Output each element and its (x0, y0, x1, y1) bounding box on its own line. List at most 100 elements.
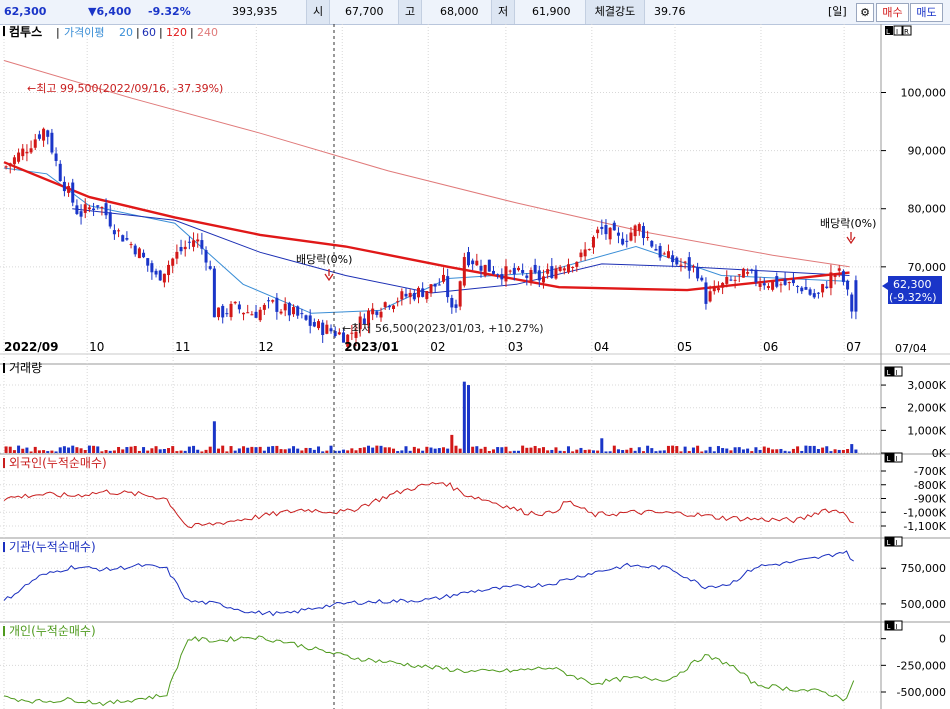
volume-bar (829, 451, 833, 453)
candle-up (541, 276, 545, 283)
candle-down (125, 238, 129, 240)
volume-bar (462, 381, 466, 453)
dividend-label-2: 배당락(0%) (820, 217, 876, 230)
x-tick-label: 12 (258, 340, 273, 354)
ma-period-20: 20 (119, 26, 133, 39)
volume-bar (417, 448, 421, 453)
candle-down (846, 280, 850, 290)
candle-up (766, 286, 770, 289)
candle-down (321, 322, 325, 335)
volume-bar (33, 446, 37, 453)
volume-bar (79, 448, 83, 453)
volume-bar (512, 450, 516, 453)
strength-label: 체결강도 (585, 0, 645, 24)
candle-up (429, 284, 433, 293)
high-label: 고 (398, 0, 422, 24)
candle-up (787, 282, 791, 284)
volume-bar (779, 448, 783, 453)
volume-bar (562, 451, 566, 453)
candle-up (233, 301, 237, 304)
candle-up (317, 321, 321, 329)
ma-period-120: 120 (166, 26, 187, 39)
investor-flow-lines (3, 481, 855, 707)
period-button[interactable]: [일] (828, 0, 847, 24)
candle-down (75, 205, 79, 214)
candle-down (671, 255, 675, 263)
subpanel-button-label: I (896, 539, 898, 547)
volume-bar (308, 447, 312, 453)
volume-bar (321, 451, 325, 453)
x-tick-label: 2022/09 (4, 340, 58, 354)
ma-period-60: 60 (142, 26, 156, 39)
volume-bar (279, 449, 283, 453)
candle-down (816, 292, 820, 294)
volume-bar (575, 449, 579, 453)
low-value: 61,900 (532, 5, 571, 18)
volume-bar (533, 445, 537, 453)
volume-tick-label: 3,000K (907, 379, 946, 392)
volume-bar (150, 448, 154, 453)
candle-up (683, 261, 687, 263)
candle-up (8, 163, 12, 167)
volume-bar (250, 446, 254, 453)
volume-bar (450, 434, 454, 453)
candle-up (250, 314, 254, 316)
volume-bar (429, 447, 433, 453)
volume-bar (458, 448, 462, 453)
candle-up (400, 291, 404, 300)
settings-icon[interactable]: ⚙ (856, 3, 874, 22)
candle-down (658, 245, 662, 258)
x-tick-label: 03 (508, 340, 523, 354)
volume-bar (358, 447, 362, 453)
volume-bar (137, 450, 141, 453)
buy-button[interactable]: 매수 (876, 3, 909, 22)
sell-button[interactable]: 매도 (910, 3, 943, 22)
volume-bar (300, 450, 304, 453)
subpanel-buttons[interactable]: L IL IL IL I (884, 366, 903, 631)
candle-down (625, 240, 629, 242)
volume-bar (17, 445, 21, 453)
volume-bar (671, 445, 675, 453)
panel-marker (3, 458, 5, 468)
candle-down (412, 292, 416, 300)
price-panel-buttons[interactable]: L I R (885, 25, 912, 36)
candlesticks (4, 127, 858, 350)
candle-down (158, 270, 162, 281)
moving-average-lines (3, 60, 850, 314)
volume-bar (100, 451, 104, 453)
volume-bar (408, 450, 412, 453)
candle-down (96, 205, 100, 207)
volume-bar (466, 385, 470, 453)
x-tick-label: 04 (594, 340, 609, 354)
candle-down (854, 280, 858, 312)
volume-tick-label: 0K (932, 447, 947, 460)
candle-down (650, 240, 654, 247)
current-price-pointer (882, 282, 888, 290)
candle-up (575, 261, 579, 267)
volume-bar (600, 438, 604, 453)
volume-bar (229, 446, 233, 453)
volume-bar (275, 445, 279, 453)
candle-down (729, 279, 733, 281)
volume-bar (604, 451, 608, 453)
candle-up (167, 264, 171, 276)
candle-up (529, 270, 533, 284)
foreign-tick-label: -1,000K (903, 506, 946, 519)
volume-bar (550, 449, 554, 453)
volume-bar (21, 448, 25, 453)
candle-up (662, 253, 666, 255)
candle-up (829, 272, 833, 289)
subpanel-button-label: I (896, 623, 898, 631)
candle-up (591, 236, 595, 248)
candle-up (608, 227, 612, 240)
volume-bar (75, 447, 79, 453)
current-price: 62,300 (4, 5, 47, 18)
subpanel-button-label: L (887, 369, 891, 377)
volume-bar (825, 446, 829, 453)
volume-bar (58, 447, 62, 453)
candle-up (462, 257, 466, 286)
candle-up (771, 280, 775, 290)
volume-bar (4, 446, 8, 453)
volume-bar (325, 450, 329, 453)
inst-title: 기관(누적순매수) (9, 540, 96, 554)
